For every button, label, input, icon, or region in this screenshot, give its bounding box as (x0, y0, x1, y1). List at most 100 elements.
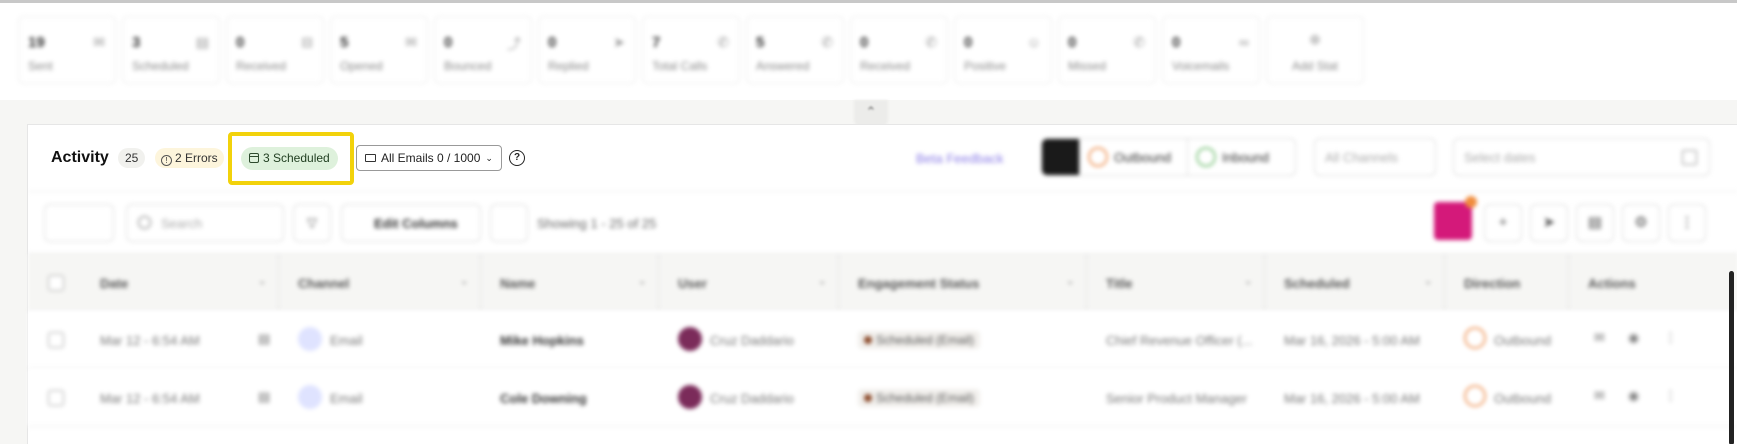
table-scrollbar[interactable] (1727, 253, 1737, 444)
stat-label: Missed (1068, 59, 1107, 73)
calendar-icon[interactable]: ▤ (258, 389, 270, 405)
eye-icon[interactable]: ◉ (1628, 388, 1639, 404)
send-button[interactable]: ➤ (1530, 204, 1568, 242)
chevron-down-icon[interactable]: ⌄ (258, 276, 266, 287)
mail-icon[interactable]: ✉ (1594, 388, 1605, 404)
stat-voicemails[interactable]: 0 Voicemails ∞ (1162, 16, 1260, 84)
chevron-down-icon[interactable]: ⌄ (1424, 276, 1432, 287)
row-channel: Email (330, 333, 363, 348)
table-toolbar: Search ▽ Edit Columns Showing 1 - 25 of … (28, 191, 1737, 253)
stat-value: 0 (548, 34, 557, 51)
stat-replied[interactable]: 0 Replied ➤ (538, 16, 636, 84)
scrollbar-thumb[interactable] (1729, 271, 1734, 444)
column-engagement-status[interactable]: Engagement Status (858, 276, 979, 291)
showing-count-dropdown[interactable]: Showing 1 - 25 of 25 (537, 216, 656, 231)
more-button[interactable]: ⋮ (1668, 204, 1706, 242)
notification-badge (1465, 196, 1477, 208)
send-icon: ➤ (1542, 214, 1556, 231)
stat-total-calls[interactable]: 7 Total Calls ✆ (642, 16, 740, 84)
column-title[interactable]: Title (1106, 276, 1133, 291)
inbound-icon (1196, 147, 1216, 167)
filter-button[interactable]: ▽ (293, 204, 331, 242)
send-icon: ➤ (613, 34, 625, 50)
all-emails-dropdown[interactable]: All Emails 0 / 1000 ⌄ (356, 145, 502, 171)
stat-positive[interactable]: 0 Positive ☺ (954, 16, 1052, 84)
date-picker[interactable]: Select dates (1453, 138, 1710, 176)
stat-opened[interactable]: 5 Opened ✉ (330, 16, 428, 84)
edit-columns-button[interactable]: Edit Columns (341, 204, 481, 242)
stat-label: Received (860, 59, 911, 73)
calendar-icon[interactable]: ▤ (258, 331, 270, 347)
stat-value: 0 (236, 34, 245, 51)
chevron-down-icon[interactable]: ⌄ (818, 276, 826, 287)
chevron-down-icon[interactable]: ⌄ (460, 276, 468, 287)
calendar-button[interactable]: ▤ (1576, 204, 1614, 242)
stat-value: 0 (444, 34, 453, 51)
status-badge: Scheduled (Email) (858, 331, 981, 349)
more-vertical-icon: ⋮ (1679, 214, 1695, 231)
column-channel[interactable]: Channel (298, 276, 349, 291)
more-vertical-icon[interactable]: ⋮ (1664, 330, 1677, 346)
column-user[interactable]: User (678, 276, 707, 291)
column-direction[interactable]: Direction (1464, 276, 1520, 291)
alert-circle-icon: ! (161, 155, 172, 166)
row-date: Mar 12 - 6:54 AM (100, 391, 200, 406)
row-checkbox[interactable] (48, 390, 64, 406)
search-icon (138, 216, 151, 229)
brand-action-button[interactable] (1434, 196, 1477, 240)
add-stat-label: Add Stat (1291, 59, 1339, 73)
table-row[interactable]: Mar 12 - 6:54 AM ▤ Email Cole Downing Cr… (28, 369, 1737, 427)
status-badge: Scheduled (Email) (858, 389, 981, 407)
channels-select[interactable]: All Channels (1314, 138, 1436, 176)
emails-label: All Emails 0 / 1000 (381, 151, 481, 165)
all-directions-option[interactable] (1042, 139, 1079, 175)
beta-feedback-link[interactable]: Beta Feedback (916, 151, 1003, 166)
column-scheduled[interactable]: Scheduled (1284, 276, 1350, 291)
mail-icon[interactable]: ✉ (1594, 330, 1605, 346)
inbound-option[interactable]: Inbound (1187, 139, 1295, 175)
column-name[interactable]: Name (500, 276, 535, 291)
stat-sent[interactable]: 19 Sent ✉ (18, 16, 116, 84)
add-stat-button[interactable]: ⊕ Add Stat (1266, 16, 1364, 84)
help-icon[interactable]: ? (509, 150, 525, 166)
scheduled-badge[interactable]: 3 Scheduled (241, 147, 338, 170)
errors-badge[interactable]: ! 2 Errors (155, 148, 224, 168)
eye-icon[interactable]: ◉ (1628, 330, 1639, 346)
outbound-option[interactable]: Outbound (1079, 139, 1187, 175)
inbox-icon: ⊟ (301, 34, 313, 50)
stat-missed[interactable]: 0 Missed ✆ (1058, 16, 1156, 84)
row-name[interactable]: Mike Hopkins (500, 333, 584, 348)
chevron-down-icon[interactable]: ⌄ (1244, 276, 1252, 287)
chevron-down-icon: ⌄ (485, 153, 493, 163)
more-vertical-icon[interactable]: ⋮ (1664, 388, 1677, 404)
collapse-stats-toggle[interactable]: ⌃ (854, 100, 888, 126)
phone-missed-icon: ✆ (1133, 34, 1145, 50)
row-name[interactable]: Cole Downing (500, 391, 587, 406)
stat-label: Voicemails (1172, 59, 1230, 73)
stat-bounced[interactable]: 0 Bounced ⤴ (434, 16, 532, 84)
chevron-down-icon[interactable]: ⌄ (1066, 276, 1074, 287)
stat-label: Received (236, 59, 287, 73)
search-input[interactable]: Search (126, 204, 284, 242)
settings-button[interactable]: ⚙ (1622, 204, 1660, 242)
stat-received[interactable]: 0 Received ⊟ (226, 16, 324, 84)
stat-value: 5 (340, 34, 349, 51)
select-all-checkbox[interactable] (48, 275, 64, 291)
column-date[interactable]: Date (100, 276, 128, 291)
stat-label: Sent (28, 59, 53, 73)
stat-value: 0 (860, 34, 869, 51)
stat-calls-received[interactable]: 0 Received ✆ (850, 16, 948, 84)
chevron-up-icon: ⌃ (865, 104, 877, 119)
pagination-arrows[interactable] (44, 204, 114, 242)
add-button[interactable]: + (1484, 204, 1522, 242)
chevron-down-icon[interactable]: ⌄ (638, 276, 646, 287)
stat-scheduled[interactable]: 3 Scheduled ▤ (122, 16, 220, 84)
layout-button[interactable] (490, 204, 528, 242)
calendar-icon: ▤ (195, 34, 209, 50)
mail-open-icon: ✉ (405, 34, 417, 50)
row-checkbox[interactable] (48, 332, 64, 348)
stat-answered[interactable]: 5 Answered ✆ (746, 16, 844, 84)
row-scheduled: Mar 16, 2026 - 5:00 AM (1284, 391, 1420, 406)
table-row[interactable]: Mar 12 - 6:54 AM ▤ Email Mike Hopkins Cr… (28, 311, 1737, 369)
avatar (678, 327, 702, 351)
